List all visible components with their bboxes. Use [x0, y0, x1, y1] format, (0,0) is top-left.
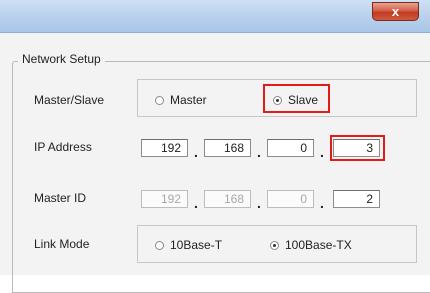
radio-button-icon [155, 95, 164, 105]
radio-100base-tx[interactable]: 100Base-TX [270, 238, 352, 252]
ip-octet-2[interactable]: 168 [204, 139, 251, 157]
ip-address-label: IP Address [34, 140, 92, 154]
master-id-octet-1: 192 [141, 190, 188, 208]
slave-highlight [263, 84, 330, 113]
master-id-separator: . [257, 195, 261, 211]
ip-octet-1[interactable]: 192 [141, 139, 188, 157]
radio-10base-t-label: 10Base-T [170, 238, 223, 252]
link-mode-label: Link Mode [34, 237, 90, 251]
close-icon: x [391, 4, 400, 19]
ip-octet-3[interactable]: 0 [267, 139, 314, 157]
master-id-separator: . [320, 195, 324, 211]
radio-button-icon [155, 240, 164, 250]
radio-master[interactable]: Master [155, 93, 207, 107]
master-id-octet-2: 168 [204, 190, 251, 208]
master-id-separator: . [194, 195, 198, 211]
master-slave-label: Master/Slave [34, 93, 105, 107]
close-button[interactable]: x [372, 2, 419, 21]
radio-100base-tx-label: 100Base-TX [285, 238, 352, 252]
ip-separator: . [194, 144, 198, 160]
master-id-label: Master ID [34, 191, 87, 205]
radio-master-label: Master [170, 93, 207, 107]
ip-octet-4-highlight [330, 135, 385, 161]
network-setup-panel: Network Setup Master/Slave Master Slave … [0, 33, 430, 293]
radio-10base-t[interactable]: 10Base-T [155, 238, 222, 252]
window-titlebar: x [0, 0, 430, 33]
master-id-octet-3: 0 [267, 190, 314, 208]
groupbox-title: Network Setup [18, 52, 105, 66]
master-id-octet-4[interactable]: 2 [333, 190, 380, 208]
ip-separator: . [320, 144, 324, 160]
ip-separator: . [257, 144, 261, 160]
radio-button-selected-icon [270, 240, 279, 250]
